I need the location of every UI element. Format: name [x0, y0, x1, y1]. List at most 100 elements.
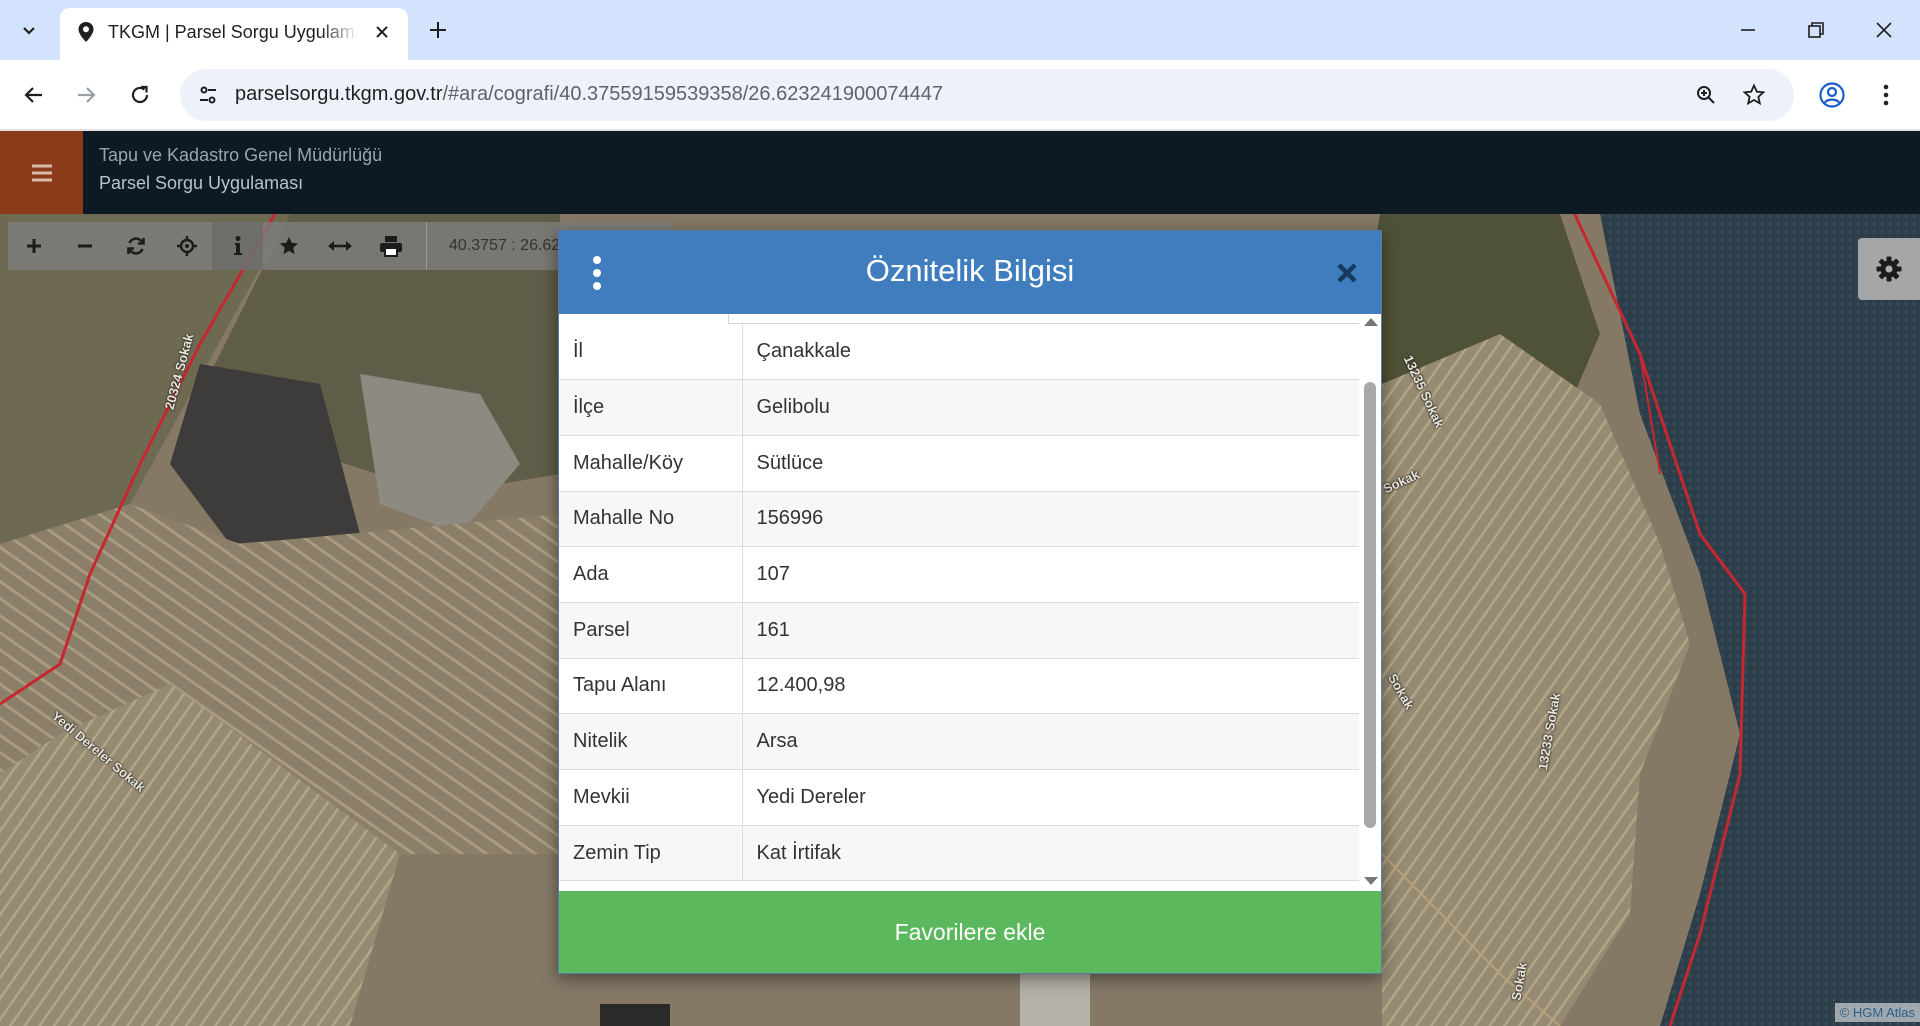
- zoom-icon: [1697, 86, 1715, 104]
- close-window-button[interactable]: [1850, 0, 1918, 60]
- print-button[interactable]: [365, 222, 416, 270]
- attribute-key: İl: [559, 324, 743, 381]
- browser-tab[interactable]: TKGM | Parsel Sorgu Uygulaması: [60, 8, 408, 60]
- reload-icon: [131, 85, 149, 104]
- refresh-icon: [126, 237, 145, 255]
- profile-icon: [1819, 82, 1845, 108]
- attribute-value: 161: [742, 602, 1359, 659]
- favorites-button[interactable]: [263, 222, 314, 270]
- attribute-value: Yedi Dereler: [742, 769, 1359, 826]
- gear-icon: [1876, 256, 1902, 282]
- dialog-scrollbar[interactable]: [1359, 314, 1381, 891]
- browser-tabstrip: TKGM | Parsel Sorgu Uygulaması: [0, 0, 1920, 60]
- profile-button[interactable]: [1812, 75, 1852, 115]
- kebab-icon: [1883, 84, 1889, 106]
- locate-icon: [176, 236, 197, 256]
- close-icon: [1337, 263, 1357, 283]
- refresh-map-button[interactable]: [110, 222, 161, 270]
- close-icon: [376, 26, 388, 38]
- restore-button[interactable]: [1782, 0, 1850, 60]
- attribute-value: Gelibolu: [742, 379, 1359, 436]
- attribute-key: Parsel: [559, 602, 743, 659]
- star-icon: [1742, 83, 1766, 106]
- map-pin-icon: [78, 22, 94, 42]
- attribute-key: Nitelik: [559, 713, 743, 770]
- table-row: Parsel 161: [559, 602, 1359, 659]
- table-row: Tapu Alanı 12.400,98: [559, 658, 1359, 715]
- table-row: İlçe Gelibolu: [559, 379, 1359, 436]
- site-info-button[interactable]: [192, 79, 224, 111]
- menu-toggle-button[interactable]: [0, 131, 83, 214]
- table-row: Mahalle No 156996: [559, 491, 1359, 548]
- add-to-favorites-button[interactable]: Favorilere ekle: [559, 891, 1381, 973]
- attribute-key: Ada: [559, 546, 743, 603]
- table-row: Ada 107: [559, 546, 1359, 603]
- attribute-value: 107: [742, 546, 1359, 603]
- table-row: İl Çanakkale: [559, 324, 1359, 381]
- zoom-button[interactable]: [1690, 79, 1722, 111]
- attribute-value: 12.400,98: [742, 658, 1359, 715]
- browser-toolbar: parselsorgu.tkgm.gov.tr/#ara/cografi/40.…: [0, 60, 1920, 130]
- table-row: Zemin Tip Kat İrtifak: [559, 825, 1359, 882]
- chevron-down-icon: [23, 27, 35, 35]
- attribute-table: İl Çanakkale İlçe Gelibolu Mahalle/Köy Sütl…: [559, 324, 1359, 882]
- dialog-body[interactable]: İl Çanakkale İlçe Gelibolu Mahalle/Köy Sütl…: [559, 314, 1381, 891]
- info-button[interactable]: [212, 222, 263, 270]
- back-button[interactable]: [14, 75, 54, 115]
- zoom-out-button[interactable]: [59, 222, 110, 270]
- dialog-header: Öznitelik Bilgisi: [559, 231, 1381, 314]
- attribute-key: Mahalle/Köy: [559, 435, 743, 492]
- map-attribution: © HGM Atlas: [1834, 1003, 1920, 1022]
- new-tab-button[interactable]: [420, 12, 456, 48]
- url-domain: parselsorgu.tkgm.gov.tr: [235, 83, 443, 105]
- settings-button[interactable]: [1858, 238, 1920, 300]
- app-name: Parsel Sorgu Uygulaması: [99, 173, 304, 193]
- tune-icon: [200, 86, 216, 104]
- measure-button[interactable]: [314, 222, 365, 270]
- print-icon: [379, 236, 402, 257]
- minimize-button[interactable]: [1714, 0, 1782, 60]
- attribute-value: Sütlüce: [742, 435, 1359, 492]
- measure-icon: [327, 241, 352, 251]
- zoom-in-button[interactable]: [8, 222, 59, 270]
- scroll-down-arrow-icon[interactable]: [1364, 877, 1378, 885]
- address-bar[interactable]: parselsorgu.tkgm.gov.tr/#ara/cografi/40.…: [180, 69, 1794, 121]
- reload-button[interactable]: [120, 75, 160, 115]
- coordinate-readout: 40.3757 : 26.62: [449, 237, 561, 254]
- arrow-right-icon: [78, 87, 96, 103]
- scroll-up-arrow-icon[interactable]: [1364, 318, 1378, 326]
- close-icon: [1876, 22, 1892, 38]
- attribute-tabs: [559, 314, 1359, 324]
- attribute-value: 156996: [742, 491, 1359, 548]
- forward-button[interactable]: [66, 75, 106, 115]
- restore-icon: [1808, 22, 1824, 38]
- attribute-value: Arsa: [742, 713, 1359, 770]
- attribute-tab-active[interactable]: [559, 314, 729, 324]
- minimize-icon: [1741, 29, 1755, 31]
- zoom-out-icon: [77, 244, 92, 248]
- url-text: parselsorgu.tkgm.gov.tr/#ara/cografi/40.…: [235, 83, 943, 106]
- attribute-key: Mevkii: [559, 769, 743, 826]
- dialog-close-button[interactable]: [1333, 259, 1361, 287]
- info-icon: [233, 236, 242, 255]
- browser-menu-button[interactable]: [1866, 75, 1906, 115]
- plus-icon: [430, 22, 446, 38]
- arrow-left-icon: [24, 87, 42, 103]
- attribute-value: Kat İrtifak: [742, 825, 1359, 882]
- tab-search-button[interactable]: [8, 12, 50, 48]
- attribute-key: İlçe: [559, 379, 743, 436]
- scrollbar-thumb[interactable]: [1364, 382, 1376, 828]
- hamburger-icon: [31, 164, 52, 181]
- bookmark-button[interactable]: [1738, 79, 1770, 111]
- site-header: Tapu ve Kadastro Genel Müdürlüğü Parsel …: [0, 131, 1920, 214]
- table-row: Nitelik Arsa: [559, 713, 1359, 770]
- attribute-value: Çanakkale: [742, 324, 1359, 381]
- url-path: /#ara/cografi/40.37559159539358/26.62324…: [442, 83, 943, 105]
- attribute-key: Zemin Tip: [559, 825, 743, 882]
- tab-title: TKGM | Parsel Sorgu Uygulaması: [108, 22, 358, 42]
- attribute-dialog: Öznitelik Bilgisi İl Çanakkale İlçe Gelibo…: [558, 230, 1382, 974]
- locate-button[interactable]: [161, 222, 212, 270]
- close-tab-button[interactable]: [370, 20, 394, 44]
- star-icon: [279, 236, 298, 255]
- dialog-title: Öznitelik Bilgisi: [865, 253, 1075, 288]
